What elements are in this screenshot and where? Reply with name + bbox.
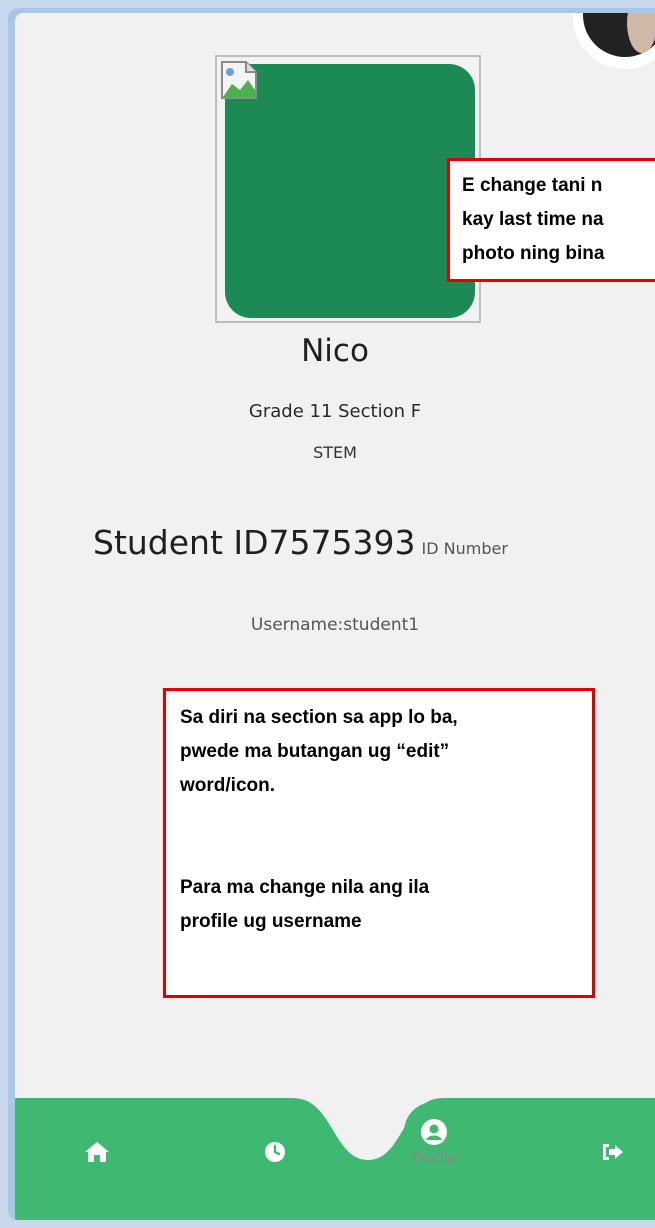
annotation-line: pwede ma butangan ug “edit”: [180, 741, 450, 762]
annotation-line: word/icon.: [180, 775, 275, 796]
student-id-row: Student ID7575393 ID Number: [93, 523, 508, 562]
annotation-line: profile ug username: [180, 911, 362, 932]
home-icon: [85, 1142, 109, 1162]
nav-home-button[interactable]: [77, 1132, 117, 1172]
device-frame: Nico Grade 11 Section F STEM Student ID7…: [8, 8, 655, 1220]
logout-icon: [603, 1144, 623, 1160]
user-circle-icon: [421, 1119, 447, 1145]
grade-section: Grade 11 Section F: [248, 401, 422, 422]
annotation-line: photo ning bina: [462, 243, 605, 264]
annotation-line: E change tani n: [462, 175, 603, 196]
profile-photo-frame: [215, 55, 481, 323]
strand: STEM: [313, 443, 357, 462]
profile-screen: Nico Grade 11 Section F STEM Student ID7…: [15, 13, 655, 1220]
nav-logout-button[interactable]: [593, 1132, 633, 1172]
broken-image-icon: [221, 61, 257, 99]
annotation-line: Sa diri na section sa app lo ba,: [180, 707, 458, 728]
annotation-photo-note: E change tani n kay last time na photo n…: [447, 158, 655, 282]
bottom-nav: [15, 1090, 655, 1220]
nav-profile-label: Profile: [413, 1151, 457, 1167]
id-number-caption: ID Number: [421, 539, 508, 558]
header-avatar[interactable]: [573, 13, 655, 69]
clock-icon: [265, 1142, 285, 1162]
student-id: Student ID7575393: [93, 523, 416, 562]
annotation-line: Para ma change nila ang ila: [180, 877, 430, 898]
annotation-line: kay last time na: [462, 209, 604, 230]
nav-history-button[interactable]: [255, 1132, 295, 1172]
annotation-edit-note: Sa diri na section sa app lo ba, pwede m…: [163, 688, 595, 998]
profile-photo[interactable]: [225, 64, 475, 318]
username: Username:student1: [250, 615, 420, 635]
student-name: Nico: [301, 333, 369, 369]
